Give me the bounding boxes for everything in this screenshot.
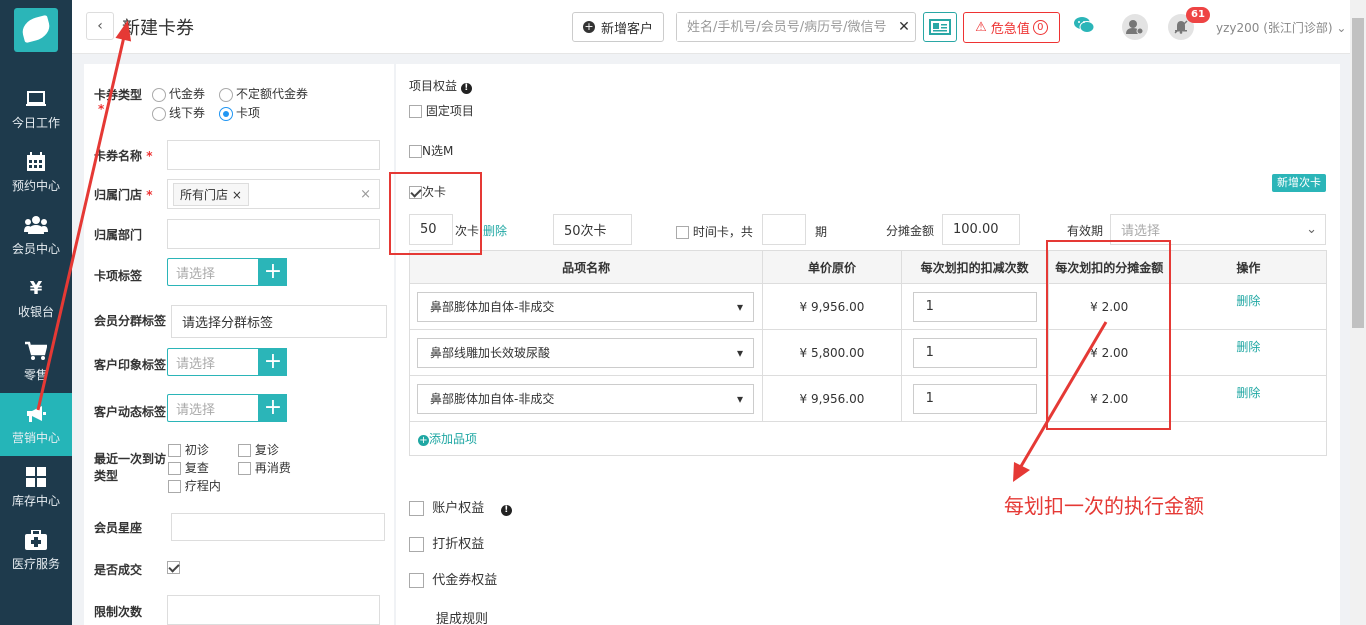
annotation-text: 每划扣一次的执行金额 [1004, 494, 1204, 518]
annotation-arrows [36, 20, 1108, 482]
